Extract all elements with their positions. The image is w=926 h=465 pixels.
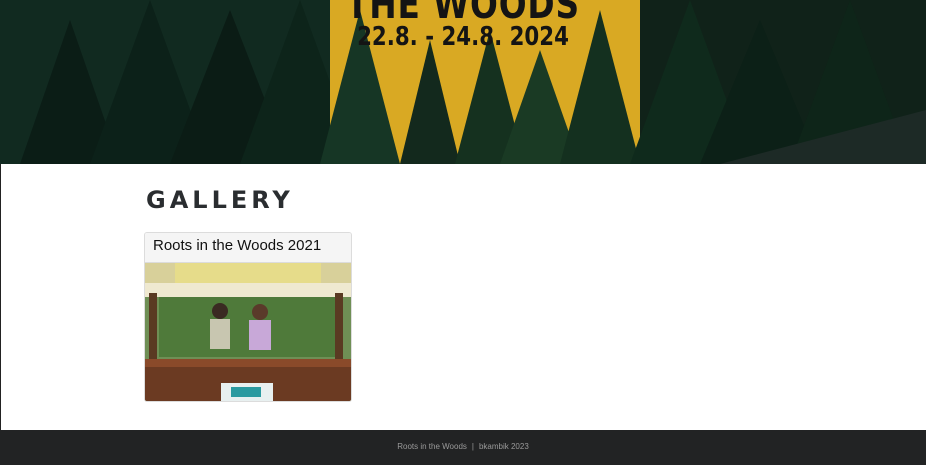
footer-credit: bkambik 2023 <box>478 442 529 451</box>
gallery-heading: GALLERY <box>146 186 294 214</box>
event-dates: 22.8. - 24.8. 2024 <box>357 22 569 52</box>
page-left-border <box>0 164 1 430</box>
album-title[interactable]: Roots in the Woods 2021 <box>145 233 351 254</box>
hero-banner: THE WOODS 22.8. - 24.8. 2024 <box>0 0 926 164</box>
footer-credits: Roots in the Woods | bkambik 2023 <box>397 442 529 451</box>
gallery-album-card[interactable]: Roots in the Woods 2021 <box>144 232 352 402</box>
album-thumbnail-photo[interactable] <box>145 263 351 401</box>
footer-site-name: Roots in the Woods <box>397 442 467 451</box>
footer-separator: | <box>471 442 474 451</box>
site-footer: Roots in the Woods | bkambik 2023 <box>0 430 926 465</box>
album-card-header: Roots in the Woods 2021 <box>145 233 351 263</box>
